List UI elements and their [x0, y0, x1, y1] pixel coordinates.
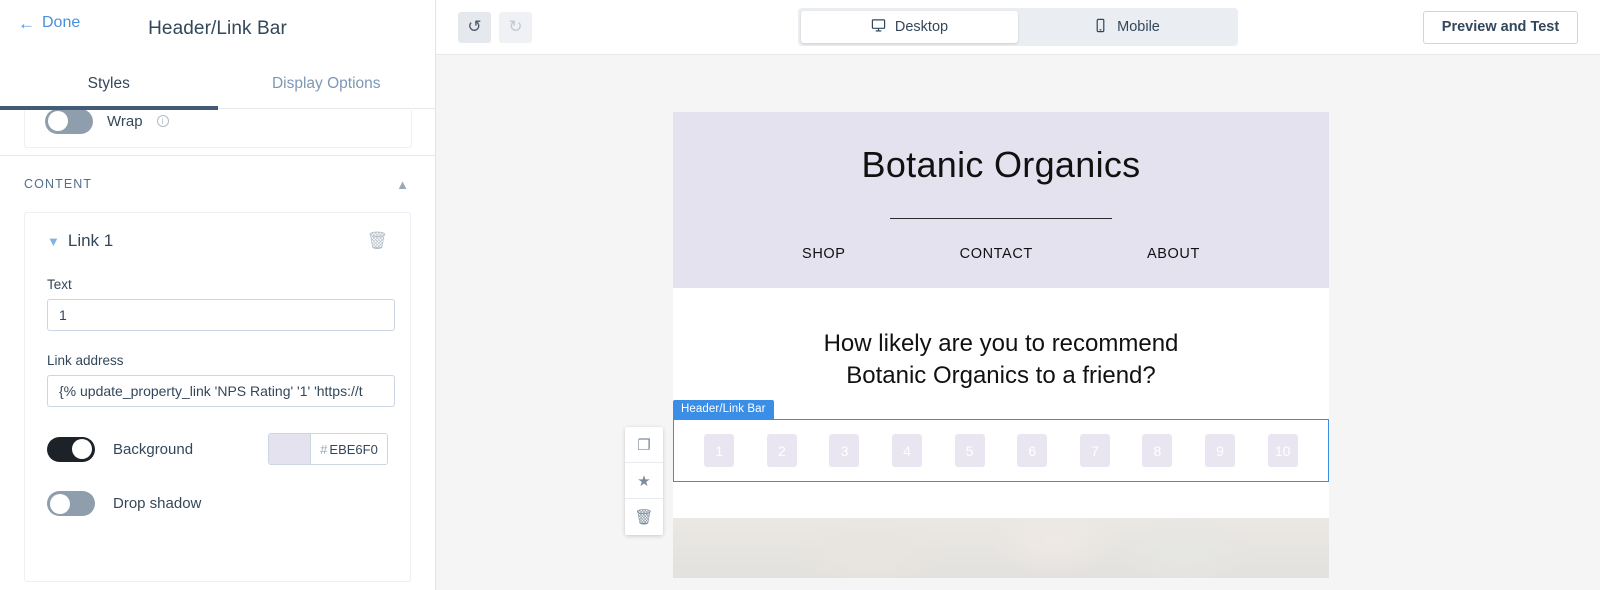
- nav-link-about[interactable]: ABOUT: [1147, 246, 1200, 262]
- content-section-title: CONTENT: [24, 177, 93, 191]
- done-button[interactable]: ← Done: [18, 14, 80, 32]
- redo-icon: ↻: [508, 17, 523, 36]
- tab-display-options[interactable]: Display Options: [218, 57, 436, 110]
- wrap-toggle[interactable]: [45, 110, 93, 134]
- nav-link-shop[interactable]: SHOP: [802, 246, 846, 262]
- wrap-toggle-knob: [48, 111, 68, 131]
- question-line-1: How likely are you to recommend: [823, 330, 1179, 357]
- editor-main: ↺ ↻ Desktop Mobile Preview and Test ❐ ★ …: [436, 0, 1600, 590]
- link-editor-card: ▼ Link 1 🗑 Text Link address Background …: [24, 212, 411, 582]
- nps-chip[interactable]: 10: [1267, 434, 1298, 468]
- panel-tabs: Styles Display Options: [0, 57, 435, 110]
- hero-image-module[interactable]: [673, 518, 1329, 579]
- color-hex-value: EBE6F0: [329, 441, 378, 457]
- email-canvas: ❐ ★ 🗑 Botanic Organics SHOP CONTACT ABOU…: [436, 55, 1600, 590]
- nps-chip[interactable]: 7: [1079, 434, 1110, 468]
- background-row: Background # EBE6F0: [47, 433, 388, 465]
- nav-link-contact[interactable]: CONTACT: [960, 246, 1033, 262]
- header-nav: SHOP CONTACT ABOUT: [673, 246, 1329, 262]
- undo-icon: ↺: [467, 17, 482, 36]
- trash-icon[interactable]: 🗑: [625, 499, 663, 535]
- link-card-header: ▼ Link 1 🗑: [47, 231, 388, 251]
- monitor-icon: [871, 18, 886, 37]
- drop-shadow-row: Drop shadow: [47, 491, 388, 516]
- header-divider: [890, 218, 1112, 219]
- phone-icon: [1093, 18, 1108, 37]
- redo-button[interactable]: ↻: [499, 11, 532, 43]
- text-input[interactable]: [47, 299, 395, 331]
- content-section-header[interactable]: CONTENT ▲: [0, 156, 435, 212]
- done-label: Done: [42, 14, 81, 31]
- nps-chip[interactable]: 2: [766, 434, 797, 468]
- email-header-module[interactable]: Botanic Organics SHOP CONTACT ABOUT: [673, 112, 1329, 288]
- undo-button[interactable]: ↺: [458, 11, 491, 43]
- device-desktop-button[interactable]: Desktop: [801, 11, 1018, 43]
- link-address-label: Link address: [47, 353, 124, 368]
- nps-chip[interactable]: 9: [1205, 434, 1236, 468]
- nps-chip[interactable]: 4: [892, 434, 923, 468]
- tab-styles[interactable]: Styles: [0, 57, 218, 110]
- device-desktop-label: Desktop: [894, 19, 949, 35]
- nps-rating-bar[interactable]: 1 2 3 4 5 6 7 8 9 10: [673, 419, 1329, 483]
- chevron-down-icon: ▼: [47, 233, 60, 249]
- email-preview: Botanic Organics SHOP CONTACT ABOUT How …: [673, 112, 1329, 579]
- drop-shadow-label: Drop shadow: [113, 495, 202, 512]
- background-label: Background: [113, 440, 194, 458]
- brand-title: Botanic Organics: [861, 144, 1141, 185]
- color-swatch[interactable]: [269, 434, 311, 464]
- delete-link-icon[interactable]: 🗑: [366, 231, 388, 251]
- chevron-up-icon[interactable]: ▲: [396, 177, 409, 192]
- link-title: Link 1: [67, 231, 114, 250]
- hash-prefix: #: [320, 441, 328, 457]
- device-mobile-label: Mobile: [1117, 19, 1160, 35]
- preview-and-test-button[interactable]: Preview and Test: [1423, 10, 1578, 44]
- link-collapse-toggle[interactable]: ▼ Link 1: [47, 231, 113, 251]
- drop-shadow-toggle-knob: [50, 493, 70, 514]
- history-controls: ↺ ↻: [458, 11, 532, 43]
- background-toggle[interactable]: [47, 436, 95, 462]
- selection-badge: Header/Link Bar: [673, 400, 774, 420]
- wrap-row: Wrap i: [24, 110, 412, 148]
- selected-module-wrapper: Header/Link Bar 1 2 3 4 5 6 7 8 9 10: [673, 400, 1329, 483]
- background-toggle-knob: [72, 439, 92, 459]
- spacer-module[interactable]: [673, 482, 1329, 519]
- top-toolbar: ↺ ↻ Desktop Mobile Preview and Test: [436, 0, 1600, 55]
- arrow-left-icon: ←: [18, 13, 35, 33]
- text-field-label: Text: [47, 277, 72, 292]
- link-address-input[interactable]: [47, 375, 395, 407]
- info-icon[interactable]: i: [156, 115, 169, 127]
- nps-chip[interactable]: 3: [829, 434, 860, 468]
- drop-shadow-toggle[interactable]: [47, 491, 95, 516]
- module-action-toolbar: ❐ ★ 🗑: [625, 427, 663, 535]
- color-value-field[interactable]: # EBE6F0: [311, 434, 387, 464]
- device-toggle: Desktop Mobile: [798, 8, 1238, 46]
- duplicate-icon[interactable]: ❐: [625, 427, 663, 463]
- question-module[interactable]: How likely are you to recommend Botanic …: [673, 288, 1329, 403]
- nps-chip[interactable]: 1: [704, 434, 735, 468]
- background-color-control[interactable]: # EBE6F0: [268, 433, 388, 465]
- device-mobile-button[interactable]: Mobile: [1018, 11, 1235, 43]
- wrap-label: Wrap: [107, 112, 143, 130]
- question-line-2: Botanic Organics to a friend?: [846, 361, 1156, 389]
- nps-chip[interactable]: 5: [954, 434, 985, 468]
- styles-panel: ← Done Header/Link Bar Styles Display Op…: [0, 0, 436, 590]
- star-icon[interactable]: ★: [625, 463, 663, 499]
- nps-chip[interactable]: 8: [1142, 434, 1173, 468]
- nps-chip[interactable]: 6: [1017, 434, 1048, 468]
- wrap-setting-clipped: Wrap i: [0, 110, 435, 156]
- editor-root: ← Done Header/Link Bar Styles Display Op…: [0, 0, 1600, 590]
- panel-header: ← Done Header/Link Bar: [0, 0, 435, 57]
